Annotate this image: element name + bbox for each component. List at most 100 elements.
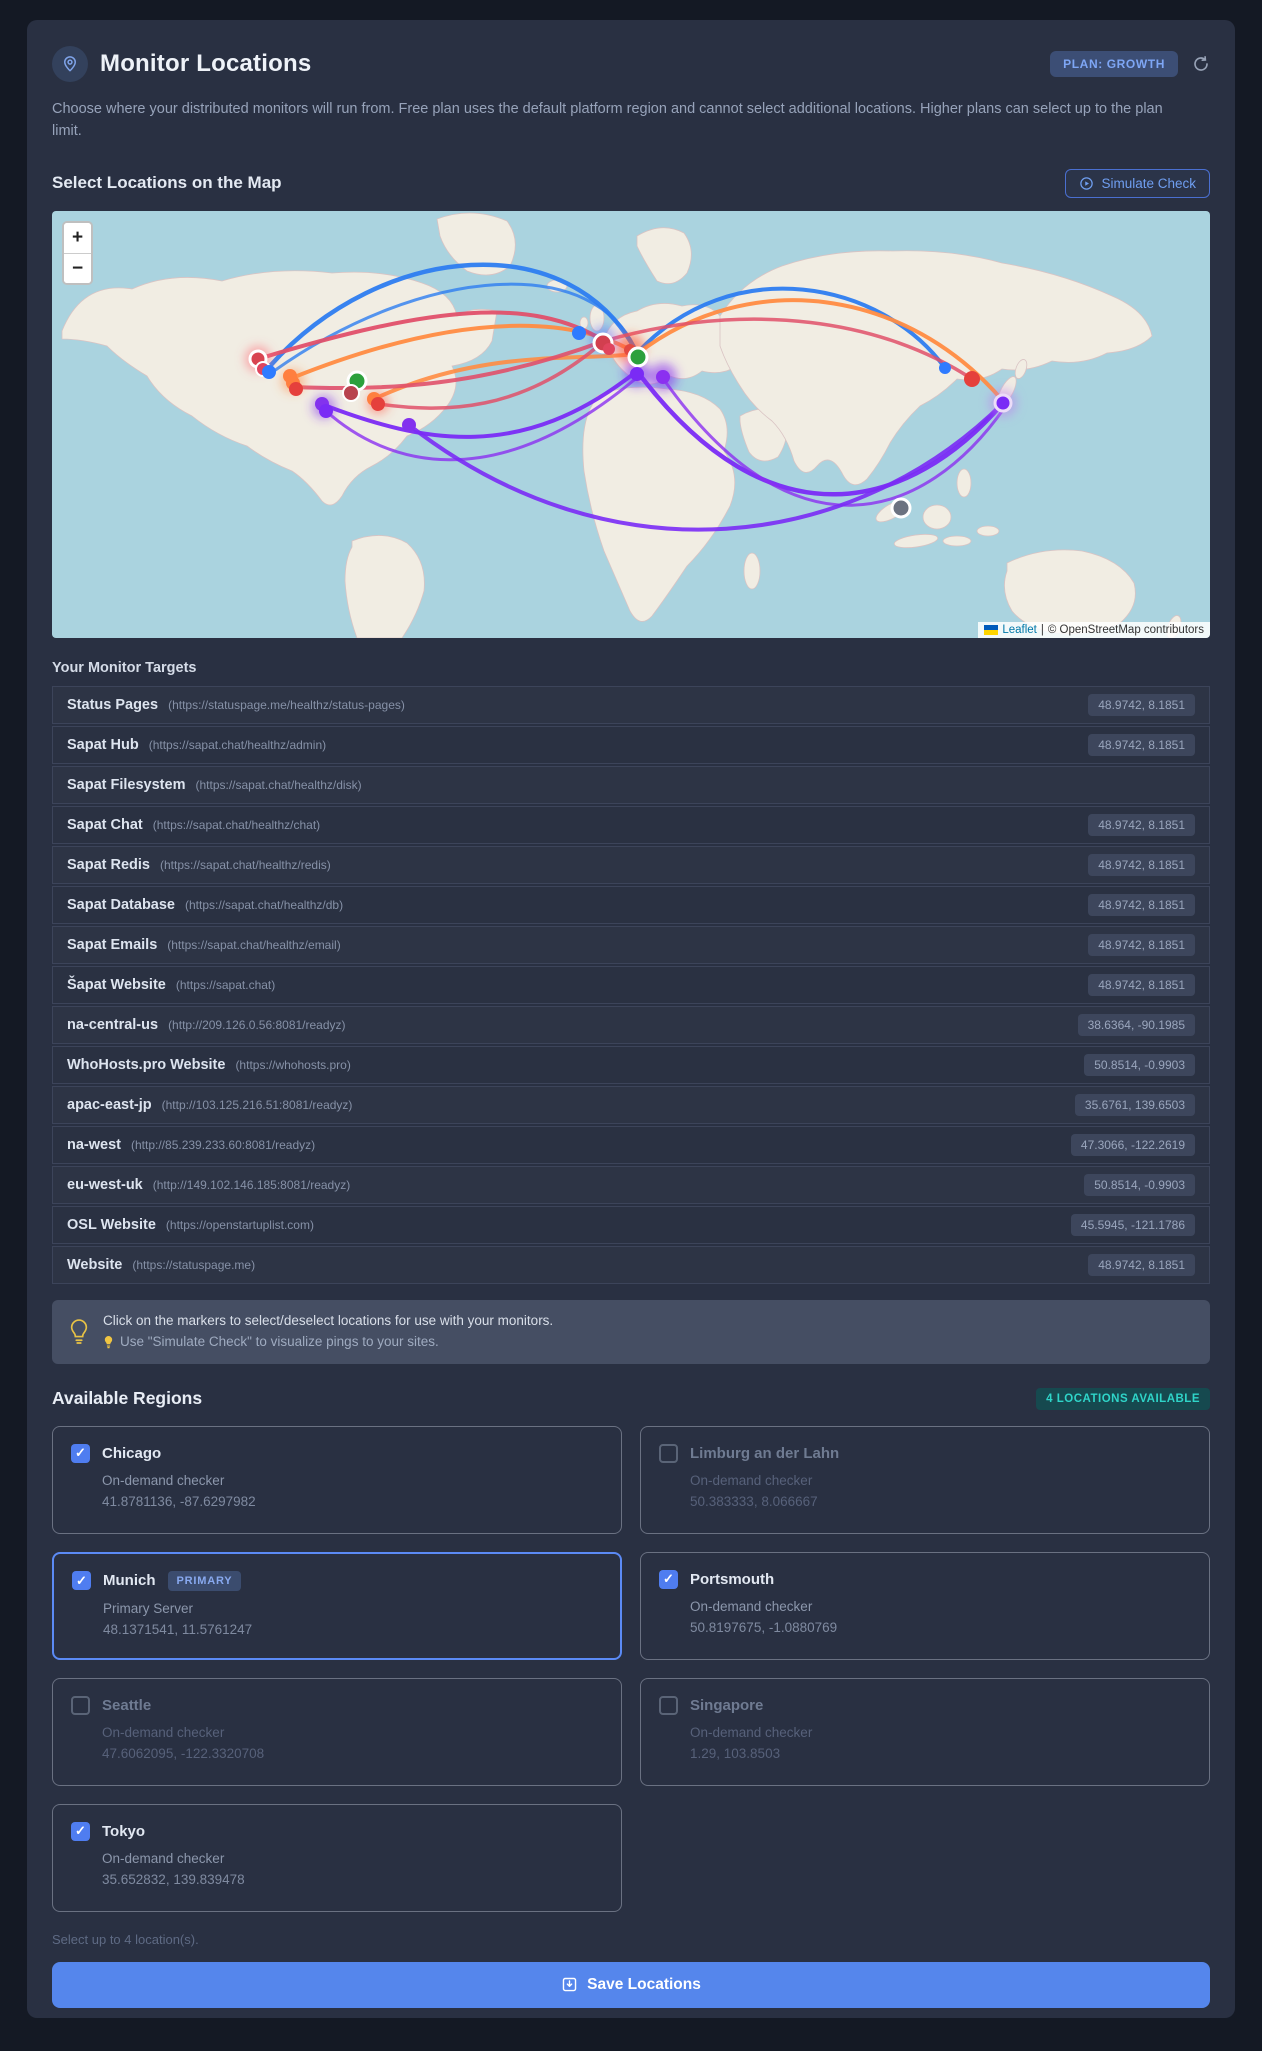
region-type: On-demand checker <box>690 1724 813 1740</box>
region-type: On-demand checker <box>102 1724 225 1740</box>
region-name: Singapore <box>690 1696 764 1714</box>
target-url: (https://statuspage.me) <box>132 1257 256 1272</box>
region-name: Seattle <box>102 1696 152 1714</box>
target-url: (https://sapat.chat/healthz/email) <box>167 937 341 952</box>
marker-red[interactable] <box>964 370 980 387</box>
target-coords-badge: 48.9742, 8.1851 <box>1088 813 1195 836</box>
target-coords-badge: 38.6364, -90.1985 <box>1077 1013 1195 1036</box>
target-row: Sapat Filesystem (https://sapat.chat/heal… <box>52 765 1210 804</box>
target-url: (https://sapat.chat/healthz/redis) <box>160 857 331 872</box>
save-locations-label: Save Locations <box>587 1975 701 1993</box>
region-name: Portsmouth <box>690 1570 775 1588</box>
region-type: On-demand checker <box>102 1850 225 1866</box>
target-row: OSL Website (https://openstartuplist.com)… <box>52 1205 1210 1244</box>
target-row: Sapat Chat (https://sapat.chat/healthz/ch… <box>52 805 1210 844</box>
region-coords: 35.652832, 139.839478 <box>102 1871 245 1887</box>
marker-green-ringed[interactable] <box>627 346 649 368</box>
continents <box>61 212 1182 638</box>
target-row: Sapat Emails (https://sapat.chat/healthz/… <box>52 925 1210 964</box>
target-name: Status Pages <box>67 696 159 713</box>
marker-red[interactable] <box>289 381 303 396</box>
region-card-singapore[interactable]: Singapore On-demand checker 1.29, 103.85… <box>640 1677 1210 1786</box>
checkbox-checked[interactable] <box>71 1821 90 1841</box>
region-card-chicago[interactable]: Chicago On-demand checker 41.8781136, -8… <box>52 1425 622 1534</box>
refresh-icon[interactable] <box>1192 55 1210 73</box>
marker-blue[interactable] <box>572 325 586 340</box>
region-card-tokyo[interactable]: Tokyo On-demand checker 35.652832, 139.8… <box>52 1803 622 1912</box>
target-name: Šapat Website <box>67 976 166 993</box>
region-card-limburg[interactable]: Limburg an der Lahn On-demand checker 50… <box>640 1425 1210 1534</box>
target-name: Website <box>67 1256 123 1273</box>
leaflet-link[interactable]: Leaflet <box>1002 624 1037 636</box>
target-name: Sapat Filesystem <box>67 776 186 793</box>
target-row: na-central-us (http://209.126.0.56:8081/r… <box>52 1005 1210 1044</box>
checkbox-unchecked[interactable] <box>659 1443 678 1463</box>
target-row: na-west (http://85.239.233.60:8081/readyz… <box>52 1125 1210 1164</box>
map-section-title: Select Locations on the Map <box>52 173 282 193</box>
target-url: (https://sapat.chat/healthz/db) <box>185 897 344 912</box>
target-url: (https://openstartuplist.com) <box>165 1217 314 1232</box>
marker-gray-ringed[interactable] <box>890 497 912 519</box>
simulate-check-label: Simulate Check <box>1101 175 1196 191</box>
target-name: apac-east-jp <box>67 1096 152 1113</box>
simulate-check-button[interactable]: Simulate Check <box>1065 168 1210 198</box>
marker-red[interactable] <box>603 342 615 355</box>
target-name: WhoHosts.pro Website <box>67 1056 226 1073</box>
map-pin-icon <box>52 46 88 82</box>
checkbox-checked[interactable] <box>659 1569 678 1589</box>
target-url: (https://sapat.chat/healthz/disk) <box>195 777 362 792</box>
map-zoom-control: + − <box>62 220 93 285</box>
region-card-seattle[interactable]: Seattle On-demand checker 47.6062095, -1… <box>52 1677 622 1786</box>
region-coords: 50.383333, 8.066667 <box>690 1493 818 1509</box>
region-coords: 48.1371541, 11.5761247 <box>103 1621 253 1637</box>
target-name: Sapat Emails <box>67 936 158 953</box>
target-url: (https://sapat.chat/healthz/admin) <box>148 737 327 752</box>
target-name: OSL Website <box>67 1216 156 1233</box>
checkbox-unchecked[interactable] <box>659 1695 678 1715</box>
targets-section-title: Your Monitor Targets <box>52 659 197 676</box>
marker-blue[interactable] <box>262 364 276 379</box>
marker-blue[interactable] <box>939 361 951 374</box>
target-coords-badge: 50.8514, -0.9903 <box>1084 1053 1195 1076</box>
zoom-in-button[interactable]: + <box>64 222 91 253</box>
target-name: Sapat Redis <box>67 856 150 873</box>
checkbox-checked[interactable] <box>71 1443 90 1463</box>
save-locations-button[interactable]: Save Locations <box>52 1961 1210 2008</box>
targets-list: Status Pages (https://statuspage.me/healt… <box>52 685 1210 1284</box>
world-map[interactable]: + − Leaflet | © OpenStreetMap contributo… <box>52 210 1210 638</box>
region-type: Primary Server <box>103 1600 194 1616</box>
marker-purple[interactable] <box>630 366 644 381</box>
marker-darkred[interactable] <box>342 383 360 402</box>
target-coords-badge: 48.9742, 8.1851 <box>1088 893 1195 916</box>
zoom-out-button[interactable]: − <box>64 252 91 283</box>
marker-purple[interactable] <box>402 417 416 432</box>
target-name: Sapat Chat <box>67 816 143 833</box>
target-row: Sapat Redis (https://sapat.chat/healthz/r… <box>52 845 1210 884</box>
marker-purple[interactable] <box>319 403 333 418</box>
target-row: eu-west-uk (http://149.102.146.185:8081/r… <box>52 1165 1210 1204</box>
target-row: WhoHosts.pro Website (https://whohosts.pr… <box>52 1045 1210 1084</box>
locations-available-badge: 4 LOCATIONS AVAILABLE <box>1036 1387 1210 1410</box>
target-row: Sapat Hub (https://sapat.chat/healthz/adm… <box>52 725 1210 764</box>
attribution-separator: | <box>1040 623 1044 636</box>
plan-badge: PLAN: GROWTH <box>1050 51 1178 77</box>
target-coords-badge: 47.3066, -122.2619 <box>1070 1133 1195 1156</box>
tip-line-2: Use "Simulate Check" to visualize pings … <box>120 1333 439 1349</box>
target-name: na-west <box>67 1136 121 1153</box>
marker-purple-ringed[interactable] <box>993 393 1013 413</box>
region-coords: 41.8781136, -87.6297982 <box>102 1493 256 1509</box>
region-name: Munich <box>103 1572 156 1590</box>
checkbox-checked[interactable] <box>72 1571 91 1591</box>
region-card-portsmouth[interactable]: Portsmouth On-demand checker 50.8197675,… <box>640 1551 1210 1660</box>
page-description: Choose where your distributed monitors w… <box>52 101 1163 140</box>
marker-purple[interactable] <box>656 369 670 384</box>
region-type: On-demand checker <box>102 1472 225 1488</box>
target-coords-badge: 48.9742, 8.1851 <box>1088 733 1195 756</box>
region-name: Limburg an der Lahn <box>690 1444 840 1462</box>
region-coords: 50.8197675, -1.0880769 <box>690 1619 838 1635</box>
save-icon <box>562 1978 577 1992</box>
checkbox-unchecked[interactable] <box>71 1695 90 1715</box>
target-name: eu-west-uk <box>67 1176 143 1193</box>
region-card-munich[interactable]: Munich PRIMARY Primary Server 48.1371541… <box>52 1551 622 1660</box>
marker-red[interactable] <box>371 396 385 411</box>
